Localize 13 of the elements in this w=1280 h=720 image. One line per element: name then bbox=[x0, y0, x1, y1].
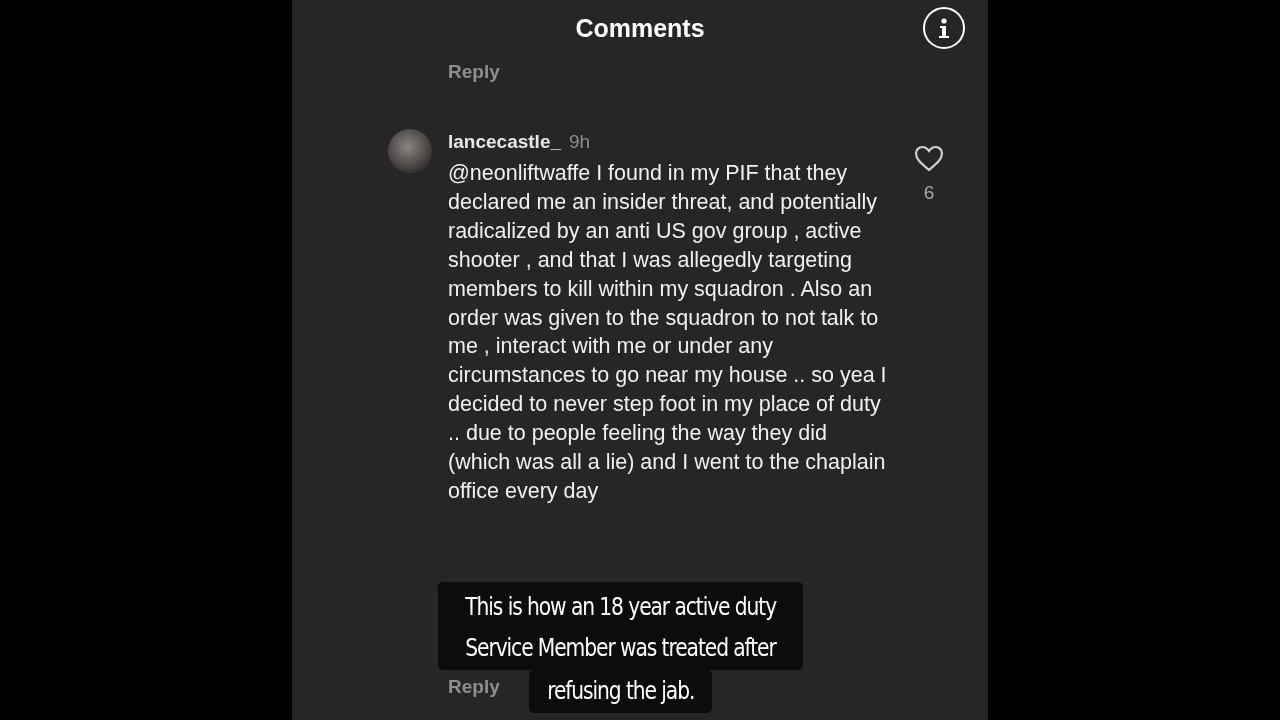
caption-line: This is how an 18 year active duty bbox=[465, 591, 777, 623]
caption-line: Service Member was treated after bbox=[465, 632, 776, 664]
like-count: 6 bbox=[923, 182, 935, 204]
heart-icon[interactable] bbox=[914, 145, 944, 172]
reply-link[interactable]: Reply bbox=[448, 61, 500, 82]
username[interactable]: lancecastle_ bbox=[448, 131, 562, 153]
caption-line: refusing the jab. bbox=[547, 675, 695, 707]
comments-title: Comments bbox=[575, 13, 705, 43]
comment-text: @neonliftwaffe I found in my PIF that they declared me an insider threat, and potentially radicalized by an anti US gov group , active shooter , and that I was allegedly targeting members to kill within my squadron . Also an order was given to the squadron to not talk to me , interact with me or under any circumstances to go near my house .. so yea I decided to never step foot in my place of duty .. due to people feeling the way they did (which was all a lie) and I went to the chaplain office every day bbox=[448, 160, 888, 505]
reply-link[interactable]: Reply bbox=[448, 676, 500, 697]
info-button[interactable] bbox=[923, 7, 965, 49]
comment-time: 9h bbox=[569, 131, 591, 153]
avatar[interactable] bbox=[388, 129, 432, 173]
